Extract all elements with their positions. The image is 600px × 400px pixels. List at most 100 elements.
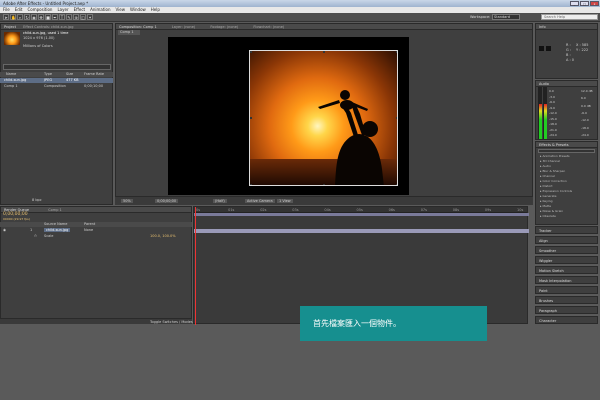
hand-tool-icon[interactable]: ✋	[10, 14, 16, 20]
effects-search-input[interactable]	[538, 149, 595, 153]
tab-flowchart[interactable]: Flowchart: (none)	[253, 25, 284, 29]
tab-footage[interactable]: Footage: (none)	[210, 25, 238, 29]
layer-name[interactable]: child-sun.jpg	[44, 228, 71, 232]
zoom-tool-icon[interactable]: ⌕	[17, 14, 23, 20]
side-panel-smoother[interactable]: Smoother	[535, 246, 598, 254]
side-panel-tracker[interactable]: Tracker	[535, 226, 598, 234]
side-panel-wiggler[interactable]: Wiggler	[535, 256, 598, 264]
project-row[interactable]: Comp 1 Composition 0;00;10;00	[0, 84, 113, 89]
tab-composition[interactable]: Composition: Comp 1	[119, 25, 157, 29]
minimize-button[interactable]: _	[570, 1, 579, 6]
project-row[interactable]: child-sun.jpg JPEG 477 KB	[0, 78, 113, 83]
brush-tool-icon[interactable]: ✎	[66, 14, 72, 20]
resolution-select[interactable]: (Half)	[213, 199, 227, 203]
selection-tool-icon[interactable]: ➤	[3, 14, 9, 20]
timeline-layer-row[interactable]: ◉ 1 child-sun.jpg None	[0, 228, 192, 233]
timeline-column-headers: Source Name Parent	[0, 222, 192, 227]
maximize-button[interactable]: □	[580, 1, 589, 6]
zoom-select[interactable]: 50%	[121, 199, 133, 203]
row-name: child-sun.jpg	[4, 78, 27, 82]
audio-level-label: -15.0	[549, 116, 557, 121]
tab-effects-presets[interactable]: Effects & Presets	[536, 142, 597, 148]
footage-thumbnail	[4, 32, 20, 45]
ruler-tick-label: 01s	[228, 208, 235, 212]
row-type: JPEG	[44, 78, 53, 82]
effect-category-item[interactable]: ▸ Obsolete	[536, 214, 597, 219]
transform-handle[interactable]	[323, 51, 325, 53]
ruler-tick-label: 04s	[324, 208, 331, 212]
transform-handle[interactable]	[396, 184, 397, 185]
transform-handle[interactable]	[250, 51, 252, 53]
effects-presets-panel: Effects & Presets ▸ Animation Presets ▸ 3…	[535, 141, 598, 225]
side-panel-mask-interpolation[interactable]: Mask Interpolation	[535, 276, 598, 284]
camera-tool-icon[interactable]: ◉	[31, 14, 37, 20]
layer-duration-bar[interactable]	[194, 229, 529, 233]
ruler-tick-label: 0s	[196, 208, 201, 212]
transform-handle[interactable]	[396, 117, 397, 119]
col-parent[interactable]: Parent	[84, 222, 95, 226]
scale-value[interactable]: 100.0, 100.0%	[150, 234, 176, 238]
rotate-tool-icon[interactable]: ↻	[24, 14, 30, 20]
audio-db-label: 0.0 dB	[581, 103, 591, 108]
transform-handle[interactable]	[323, 184, 325, 185]
audio-db-label: -24.0	[581, 133, 589, 137]
tab-project[interactable]: Project	[4, 25, 16, 29]
col-type[interactable]: Type	[44, 72, 52, 76]
eraser-tool-icon[interactable]: ◫	[80, 14, 86, 20]
info-y: Y : 222	[576, 48, 589, 52]
transform-handle[interactable]	[250, 184, 252, 185]
parent-select[interactable]: None	[84, 228, 93, 232]
tab-comp-1[interactable]: Comp 1	[48, 208, 62, 212]
info-red: R :	[566, 43, 571, 47]
side-panel-motion-sketch[interactable]: Motion Sketch	[535, 266, 598, 274]
col-frame-rate[interactable]: Frame Rate	[84, 72, 104, 76]
eye-icon[interactable]: ◉	[3, 228, 6, 232]
layer-number: 1	[30, 228, 33, 232]
side-panel-paragraph[interactable]: Paragraph	[535, 306, 598, 314]
comp-timecode[interactable]: 0;00;00;00	[155, 199, 179, 203]
pan-behind-tool-icon[interactable]: ✥	[38, 14, 44, 20]
work-area-bar[interactable]	[194, 213, 529, 216]
tab-info[interactable]: Info	[536, 24, 597, 30]
transform-handle[interactable]	[396, 51, 397, 53]
audio-level-labels: 0.0 -3.0 -6.0 -9.0 -12.0 -15.0 -18.0 -21.0 -24.0…	[549, 89, 595, 137]
color-swatch	[539, 46, 544, 51]
ruler-tick-label: 09s	[484, 208, 492, 212]
project-search-input[interactable]	[3, 64, 111, 70]
pen-tool-icon[interactable]: ✒	[52, 14, 58, 20]
tab-effect-controls[interactable]: Effect Controls: child-sun.jpg	[23, 25, 73, 29]
search-help-input[interactable]: Search Help	[541, 14, 598, 20]
toggle-switches-modes-button[interactable]: Toggle Switches / Modes	[150, 320, 193, 324]
mask-tool-icon[interactable]: ■	[45, 14, 51, 20]
audio-level-label: -18.0	[549, 122, 557, 126]
close-button[interactable]: x	[590, 1, 599, 6]
color-swatch	[546, 46, 551, 51]
bit-depth-button[interactable]: 8 bpc	[32, 198, 42, 202]
col-name[interactable]: Name	[6, 72, 16, 76]
stopwatch-icon[interactable]: ⏱	[34, 234, 37, 238]
side-panel-align[interactable]: Align	[535, 236, 598, 244]
camera-view-select[interactable]: Active Camera	[245, 199, 275, 203]
view-layout-select[interactable]: 1 View	[277, 199, 293, 203]
ruler-tick-label: 10s	[517, 208, 524, 212]
puppet-tool-icon[interactable]: ✶	[87, 14, 93, 20]
tab-layer[interactable]: Layer: (none)	[172, 25, 195, 29]
side-panel-paint[interactable]: Paint	[535, 286, 598, 294]
audio-meter-right	[543, 87, 547, 139]
row-size: 477 KB	[66, 78, 79, 82]
info-blue: B :	[566, 53, 571, 57]
text-tool-icon[interactable]: T	[59, 14, 65, 20]
current-time-indicator[interactable]	[195, 207, 196, 325]
clone-tool-icon[interactable]: ⊕	[73, 14, 79, 20]
audio-level-label: -21.0	[549, 127, 557, 132]
col-source-name[interactable]: Source Name	[44, 222, 67, 226]
side-panel-character[interactable]: Character	[535, 316, 598, 324]
effects-list: ▸ Animation Presets ▸ 3D Channel ▸ Audio ▸ …	[536, 154, 597, 219]
col-size[interactable]: Size	[66, 72, 73, 76]
workspace-select[interactable]: Standard	[492, 14, 520, 20]
layer-image-child-sun[interactable]	[249, 50, 398, 186]
comp-subtab[interactable]: Comp 1	[118, 30, 140, 35]
side-panel-brushes[interactable]: Brushes	[535, 296, 598, 304]
transform-handle[interactable]	[250, 117, 252, 119]
footage-dimensions: 1024 x 976 (1.00)	[23, 36, 55, 40]
